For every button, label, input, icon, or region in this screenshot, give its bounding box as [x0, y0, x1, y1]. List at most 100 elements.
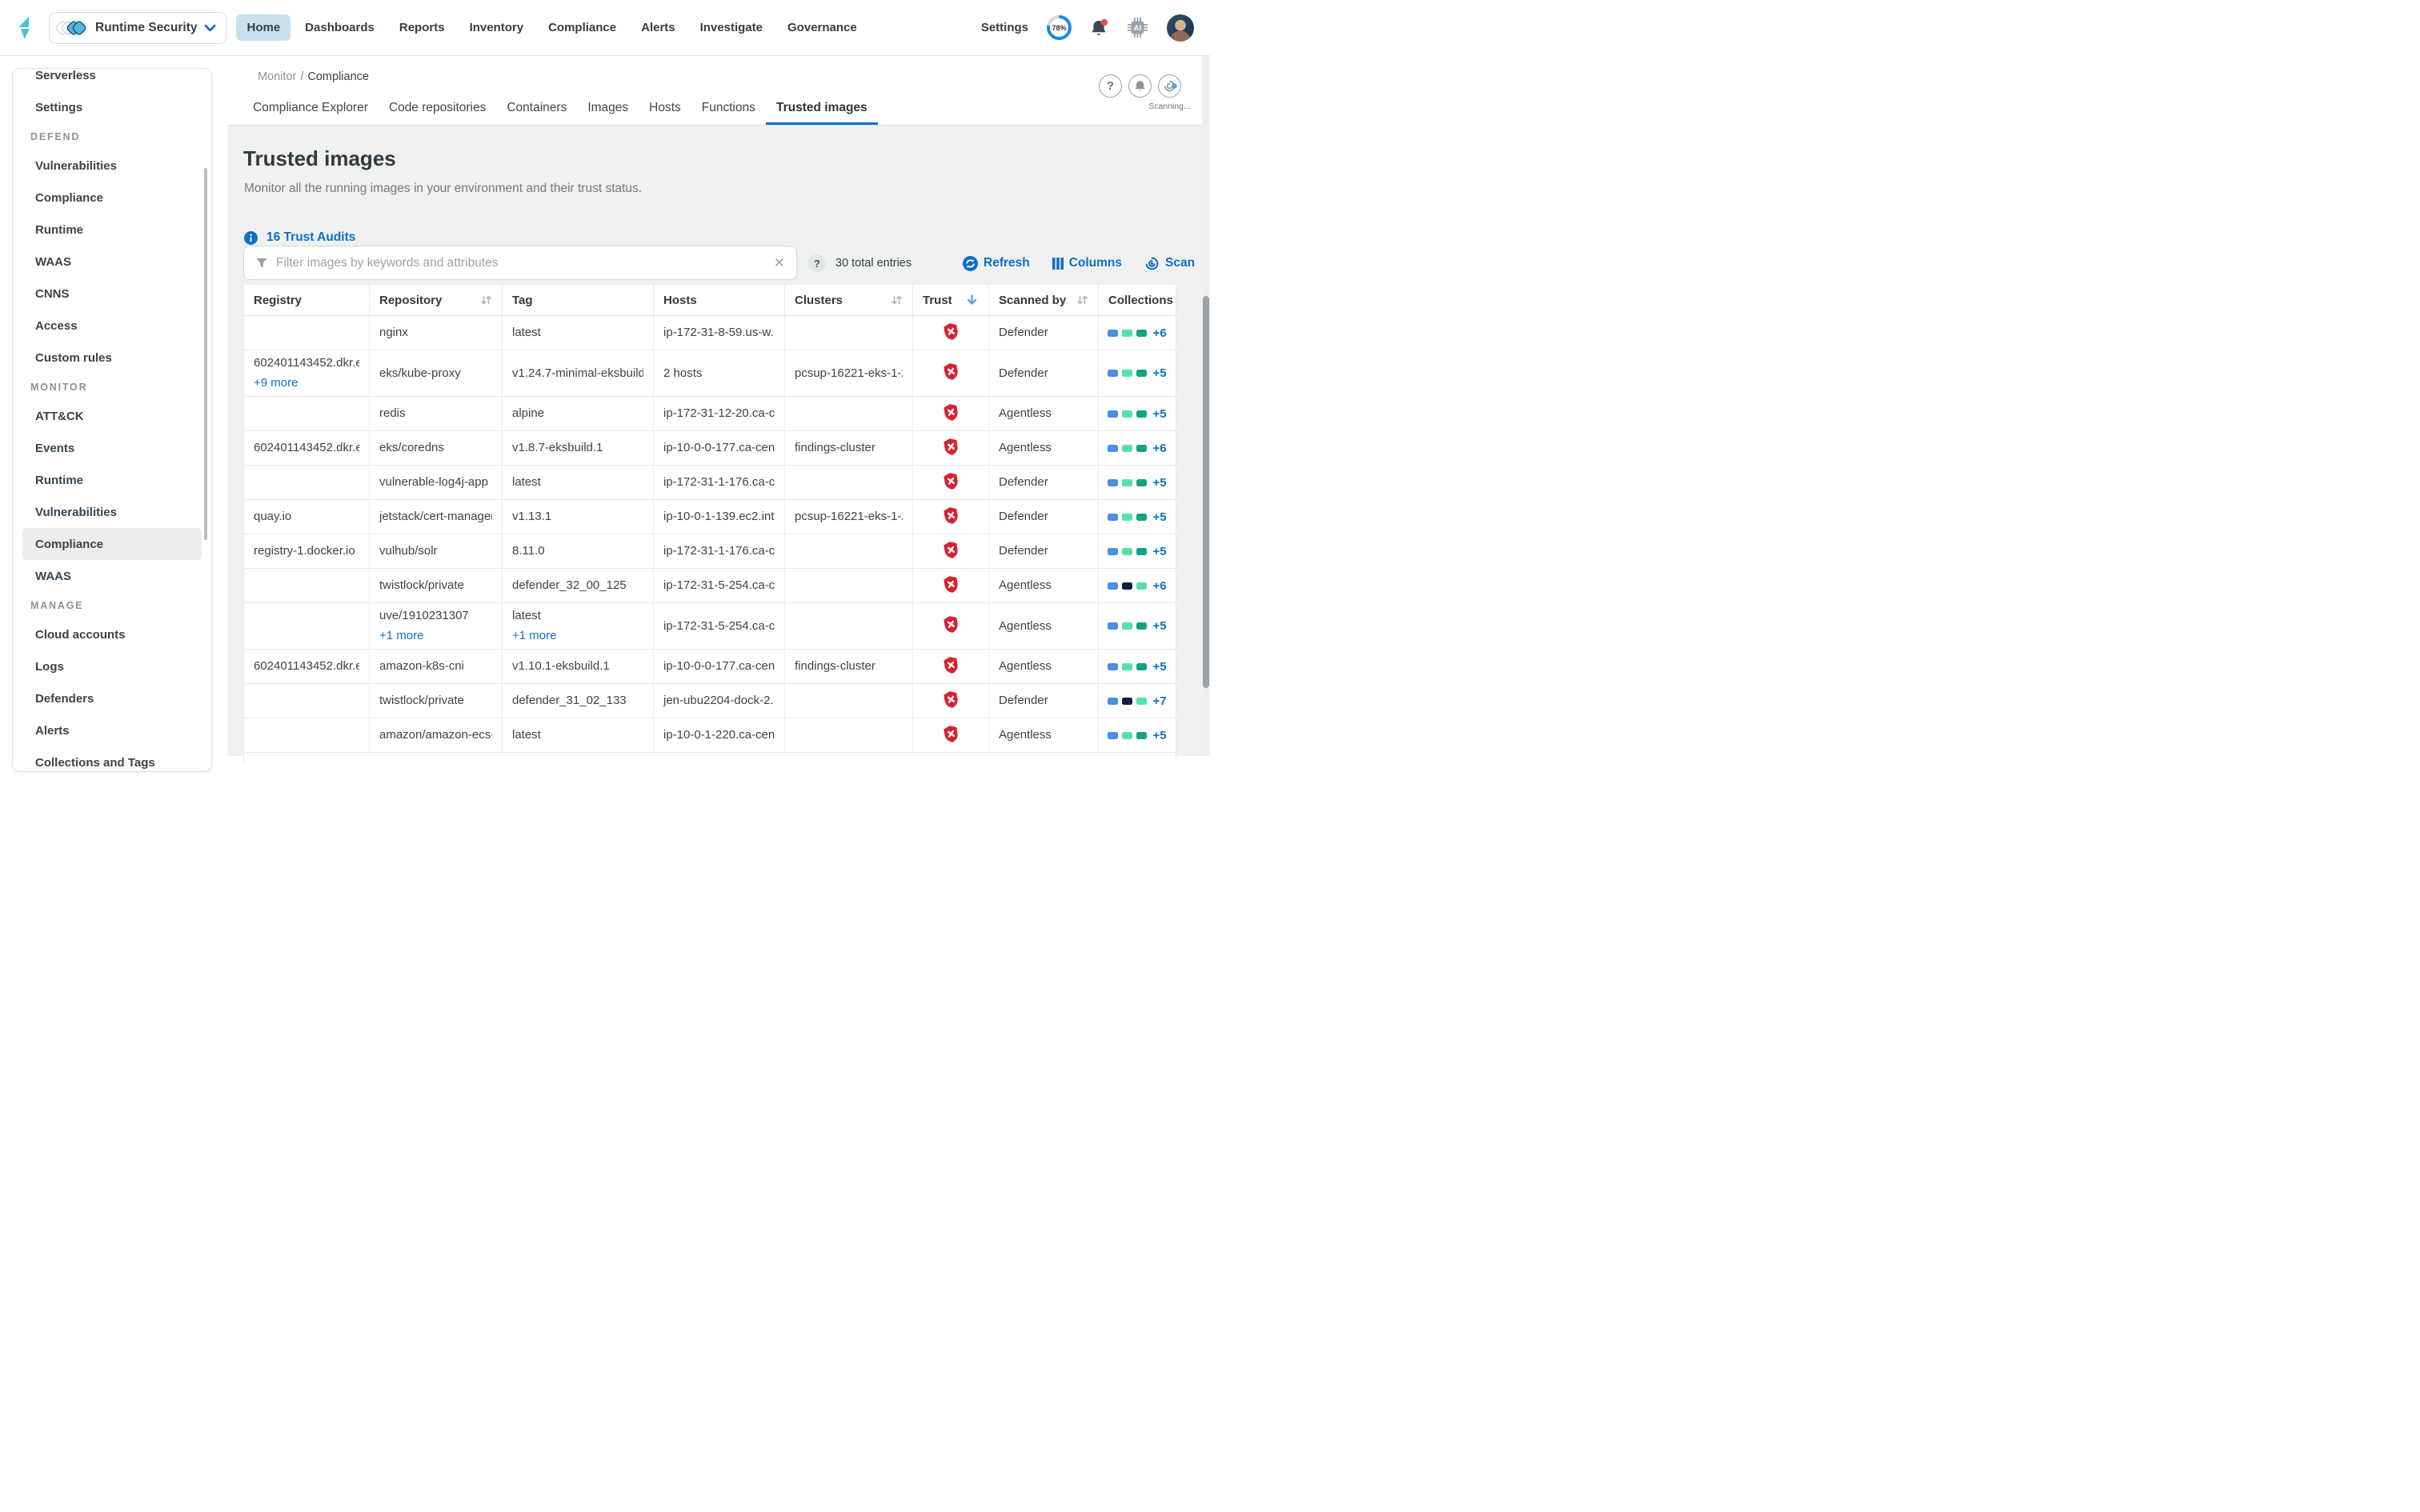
ai-assistant-icon[interactable]: AI [1127, 17, 1148, 38]
tab-hosts[interactable]: Hosts [639, 94, 691, 125]
sidebar-item-compliance[interactable]: Compliance [22, 182, 202, 214]
table-row[interactable]: uve/1910231307+1 morelatest+1 moreip-172… [244, 603, 1176, 650]
page-scrollbar-track[interactable] [1202, 56, 1210, 756]
column-header-registry[interactable]: Registry [244, 285, 370, 316]
filter-input[interactable] [276, 256, 766, 270]
table-row[interactable]: nginxlatestip-172-31-8-59.us-w...Defende… [244, 316, 1176, 350]
sidebar-item-cloud-accounts[interactable]: Cloud accounts [22, 618, 202, 650]
table-row[interactable]: amazon/amazon-ecs-...latestip-10-0-1-220… [244, 718, 1176, 753]
breadcrumb-parent[interactable]: Monitor [258, 70, 296, 83]
user-avatar[interactable] [1167, 14, 1194, 42]
scan-button[interactable]: Scan [1144, 256, 1195, 271]
nav-item-reports[interactable]: Reports [389, 14, 455, 41]
columns-button[interactable]: Columns [1052, 256, 1122, 270]
cell-tag-more-link[interactable]: +1 more [512, 628, 643, 644]
sidebar-item-cnns[interactable]: CNNS [22, 278, 202, 310]
product-switcher[interactable]: Runtime Security [49, 12, 226, 44]
sidebar-item-runtime[interactable]: Runtime [22, 214, 202, 246]
trust-audits-link[interactable]: 16 Trust Audits [266, 230, 355, 245]
sidebar-item-vulnerabilities[interactable]: Vulnerabilities [22, 150, 202, 182]
nav-item-dashboards[interactable]: Dashboards [294, 14, 385, 41]
sidebar-item-access[interactable]: Access [22, 310, 202, 342]
nav-item-home[interactable]: Home [236, 14, 290, 41]
column-header-tag[interactable]: Tag [503, 285, 654, 316]
alerts-bell-button[interactable] [1128, 74, 1152, 98]
page-scrollbar-thumb[interactable] [1203, 296, 1209, 688]
help-button[interactable]: ? [1099, 74, 1122, 98]
sidebar-item-logs[interactable]: Logs [22, 650, 202, 682]
cell-hosts-value: jen-ubu2204-dock-2... [663, 693, 775, 709]
sidebar-item-collections-and-tags[interactable]: Collections and Tags [22, 746, 202, 772]
tab-compliance-explorer[interactable]: Compliance Explorer [242, 94, 379, 125]
table-row[interactable]: quay.iojetstack/cert-manager...v1.13.1ip… [244, 500, 1176, 534]
column-header-collections[interactable]: Collections [1099, 285, 1176, 316]
collections-more-link[interactable]: +7 [1152, 694, 1166, 708]
nav-item-alerts[interactable]: Alerts [631, 14, 686, 41]
sidebar-item-events[interactable]: Events [22, 432, 202, 464]
collections-more-link[interactable]: +6 [1152, 326, 1166, 340]
sidebar-item-vulnerabilities[interactable]: Vulnerabilities [22, 496, 202, 528]
usage-progress-ring[interactable]: 78% [1047, 15, 1072, 40]
tab-code-repositories[interactable]: Code repositories [379, 94, 496, 125]
column-header-repository[interactable]: Repository [370, 285, 503, 316]
settings-link[interactable]: Settings [981, 21, 1028, 34]
column-header-trust[interactable]: Trust [913, 285, 989, 316]
sidebar-item-runtime[interactable]: Runtime [22, 464, 202, 496]
tab-containers[interactable]: Containers [496, 94, 577, 125]
sidebar-item-alerts[interactable]: Alerts [22, 714, 202, 746]
nav-item-inventory[interactable]: Inventory [459, 14, 535, 41]
nav-item-compliance[interactable]: Compliance [538, 14, 627, 41]
table-row[interactable]: vulnerable-log4j-applatestip-172-31-1-17… [244, 466, 1176, 500]
collections-more-link[interactable]: +6 [1152, 579, 1166, 593]
table-row[interactable]: 602401143452.dkr.e...amazon-k8s-cniv1.10… [244, 650, 1176, 684]
sort-icon[interactable] [1076, 294, 1088, 306]
collections-more-link[interactable]: +5 [1152, 407, 1166, 421]
cell-tag: defender_32_00_125 [503, 569, 654, 602]
refresh-button[interactable]: Refresh [963, 256, 1030, 271]
column-header-scanned-by[interactable]: Scanned by [989, 285, 1099, 316]
nav-item-investigate[interactable]: Investigate [690, 14, 773, 41]
table-row[interactable]: twistlock/privatedefender_32_00_125ip-17… [244, 569, 1176, 603]
column-header-hosts[interactable]: Hosts [654, 285, 785, 316]
filter-help-button[interactable]: ? [808, 254, 826, 272]
cell-repository-more-link[interactable]: +1 more [379, 628, 492, 644]
nav-item-governance[interactable]: Governance [777, 14, 867, 41]
clear-filter-icon[interactable]: ✕ [774, 256, 785, 270]
sidebar-item-settings[interactable]: Settings [22, 91, 202, 123]
scan-status-button[interactable]: Scanning... [1158, 74, 1181, 98]
collections-more-link[interactable]: +5 [1152, 619, 1166, 633]
sidebar-item-serverless[interactable]: Serverless [22, 68, 202, 91]
sidebar-item-att-ck[interactable]: ATT&CK [22, 400, 202, 432]
collections-more-link[interactable]: +5 [1152, 545, 1166, 558]
notifications-bell-icon[interactable] [1090, 18, 1108, 38]
cell-clusters [785, 466, 913, 499]
table-row[interactable]: registry-1.docker.iovulhub/solr8.11.0ip-… [244, 534, 1176, 569]
collections-more-link[interactable]: +5 [1152, 366, 1166, 380]
sort-descending-icon[interactable] [965, 294, 979, 306]
tab-functions[interactable]: Functions [691, 94, 766, 125]
sidebar-item-custom-rules[interactable]: Custom rules [22, 342, 202, 374]
tab-trusted-images[interactable]: Trusted images [766, 94, 878, 125]
table-row[interactable]: redisalpineip-172-31-12-20.ca-c...Agentl… [244, 397, 1176, 431]
sidebar-scrollbar[interactable] [204, 168, 207, 540]
collections-more-link[interactable]: +5 [1152, 510, 1166, 524]
cell-collections: +5 [1099, 650, 1176, 683]
cell-clusters [785, 718, 913, 752]
sidebar-item-waas[interactable]: WAAS [22, 560, 202, 592]
collections-more-link[interactable]: +5 [1152, 476, 1166, 490]
sort-icon[interactable] [891, 294, 903, 306]
column-header-clusters[interactable]: Clusters [785, 285, 913, 316]
cell-registry-more-link[interactable]: +9 more [254, 375, 359, 391]
table-row[interactable]: twistlock/privatedefender_31_02_133jen-u… [244, 684, 1176, 718]
sidebar-item-waas[interactable]: WAAS [22, 246, 202, 278]
collections-more-link[interactable]: +6 [1152, 442, 1166, 455]
table-row[interactable]: 602401143452.dkr.e...+9 moreeks/kube-pro… [244, 350, 1176, 397]
collections-more-link[interactable]: +5 [1152, 729, 1166, 742]
untrusted-shield-icon [944, 472, 959, 494]
sidebar-item-compliance[interactable]: Compliance [22, 528, 202, 560]
sort-icon[interactable] [480, 294, 492, 306]
collections-more-link[interactable]: +5 [1152, 660, 1166, 674]
tab-images[interactable]: Images [577, 94, 639, 125]
sidebar-item-defenders[interactable]: Defenders [22, 682, 202, 714]
table-row[interactable]: 602401143452.dkr.e...eks/corednsv1.8.7-e… [244, 431, 1176, 466]
